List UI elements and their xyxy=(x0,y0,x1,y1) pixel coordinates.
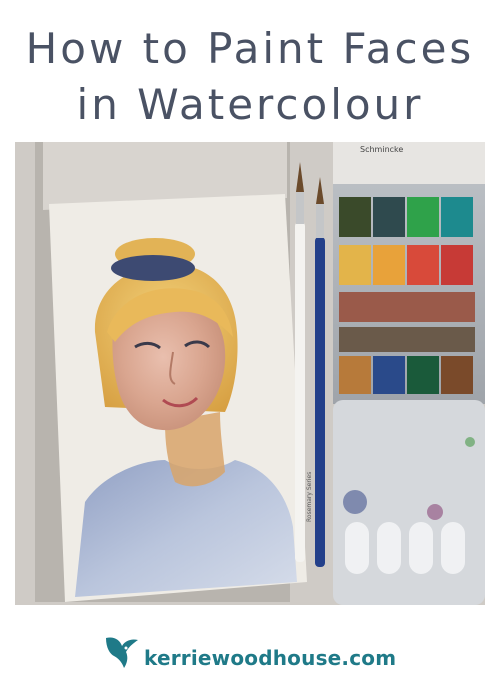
paint-pan xyxy=(339,245,371,285)
tray-well xyxy=(441,522,465,574)
title-line-2: in Watercolour xyxy=(76,80,424,129)
brush-label: Rosemary Series xyxy=(306,472,313,522)
paint-pan xyxy=(373,356,405,394)
painted-scrunchie xyxy=(111,255,195,281)
paint-pan xyxy=(407,245,439,285)
paint-pan xyxy=(441,245,473,285)
title-line-1: How to Paint Faces xyxy=(25,24,475,73)
paint-pan xyxy=(441,197,473,237)
paint-tin-lid xyxy=(333,142,485,184)
brush-white-ferrule xyxy=(296,192,304,224)
mixing-strip xyxy=(339,327,475,352)
paint-pan xyxy=(373,245,405,285)
paint-pan xyxy=(339,197,371,237)
paint-splash xyxy=(465,437,475,447)
paint-pan xyxy=(407,197,439,237)
paint-splash xyxy=(343,490,367,514)
website-link[interactable]: kerriewoodhouse.com xyxy=(144,646,396,670)
paint-pan xyxy=(339,356,371,394)
brush-white-handle xyxy=(295,222,305,562)
paint-pan xyxy=(407,356,439,394)
mixing-strip xyxy=(339,292,475,322)
tray-well xyxy=(345,522,369,574)
paint-pan xyxy=(441,356,473,394)
hummingbird-icon xyxy=(106,637,138,668)
watercolour-photo: Rosemary Series Schmincke xyxy=(15,142,485,605)
palette-brand-label: Schmincke xyxy=(360,145,403,154)
tray-well xyxy=(377,522,401,574)
tray-well xyxy=(409,522,433,574)
paint-splash xyxy=(427,504,443,520)
brush-blue-ferrule xyxy=(316,204,324,238)
paint-pan xyxy=(373,197,405,237)
brush-blue-handle xyxy=(315,237,325,567)
